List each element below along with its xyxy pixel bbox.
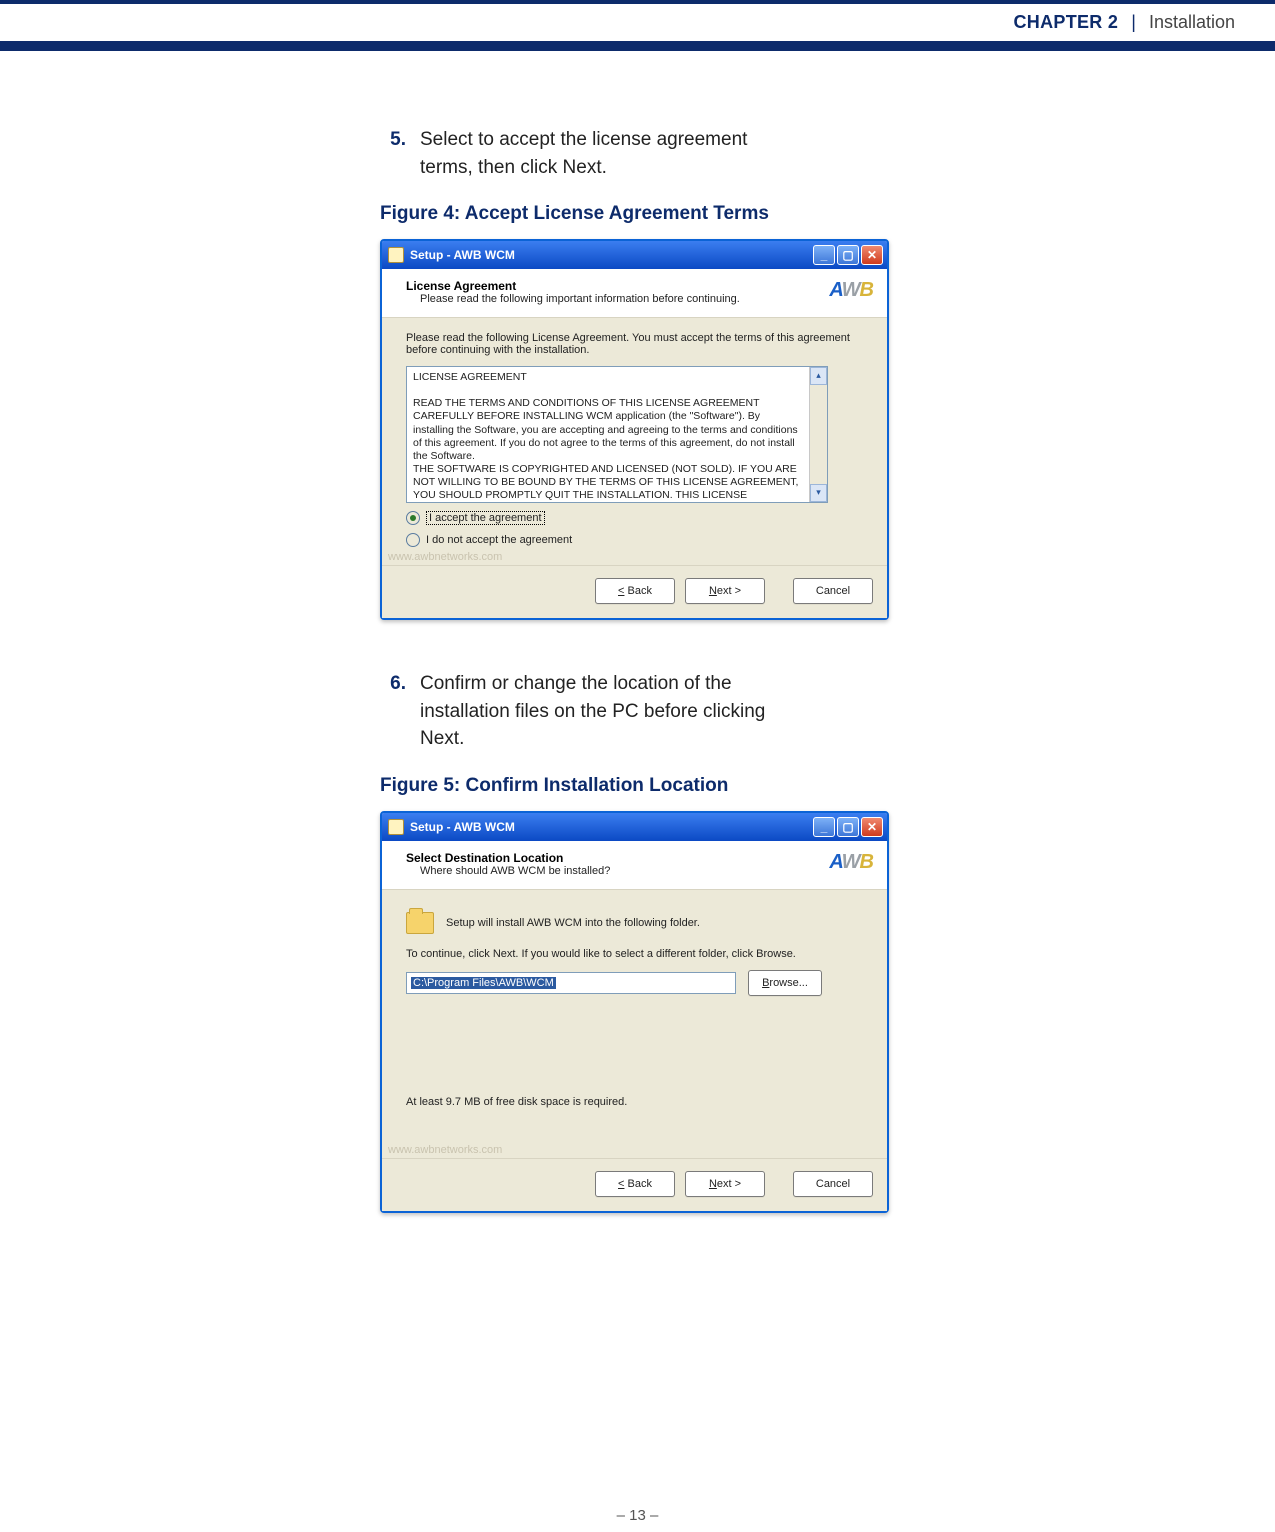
step-5-number: 5. — [380, 126, 406, 181]
window-title: Setup - AWB WCM — [410, 820, 515, 834]
radio-decline-row[interactable]: I do not accept the agreement — [406, 533, 863, 547]
location-dialog: Setup - AWB WCM _ ▢ ✕ Select Destination… — [380, 811, 889, 1213]
cancel-button[interactable]: Cancel — [793, 1171, 873, 1197]
close-button[interactable]: ✕ — [861, 245, 883, 265]
folder-icon — [406, 912, 434, 934]
radio-decline-label: I do not accept the agreement — [426, 534, 572, 546]
awb-logo: AWB — [829, 851, 873, 874]
watermark: www.awbnetworks.com — [388, 551, 502, 563]
awb-logo: AWB — [829, 279, 873, 302]
setup-icon — [388, 247, 404, 263]
step-5: 5. Select to accept the license agreemen… — [380, 126, 790, 181]
page-number: – 13 – — [0, 1507, 1275, 1524]
step-5-text: Select to accept the license agreement t… — [420, 126, 790, 181]
step-6-number: 6. — [380, 670, 406, 753]
cancel-button[interactable]: Cancel — [793, 578, 873, 604]
panel-title: Select Destination Location — [406, 851, 610, 865]
panel-header: License Agreement Please read the follow… — [382, 269, 887, 317]
scroll-up-icon[interactable]: ▴ — [810, 367, 827, 385]
license-body-text: READ THE TERMS AND CONDITIONS OF THIS LI… — [413, 397, 803, 502]
license-textbox[interactable]: LICENSE AGREEMENT READ THE TERMS AND CON… — [406, 366, 828, 503]
next-button[interactable]: Next > — [685, 1171, 765, 1197]
back-button[interactable]: < Back — [595, 1171, 675, 1197]
license-dialog: Setup - AWB WCM _ ▢ ✕ License Agreement … — [380, 239, 889, 620]
panel-subtitle: Please read the following important info… — [406, 293, 740, 305]
page-header: CHAPTER 2 | Installation — [0, 4, 1275, 41]
maximize-button[interactable]: ▢ — [837, 817, 859, 837]
scrollbar[interactable]: ▴ ▾ — [809, 367, 827, 502]
header-separator: | — [1123, 12, 1144, 32]
scroll-down-icon[interactable]: ▾ — [810, 484, 827, 502]
radio-accept-row[interactable]: I accept the agreement — [406, 511, 863, 525]
radio-accept-label: I accept the agreement — [426, 511, 545, 525]
step-6: 6. Confirm or change the location of the… — [380, 670, 790, 753]
header-title: Installation — [1149, 12, 1235, 32]
titlebar: Setup - AWB WCM _ ▢ ✕ — [382, 813, 887, 841]
folder-note: Setup will install AWB WCM into the foll… — [446, 917, 700, 929]
setup-icon — [388, 819, 404, 835]
browse-button[interactable]: Browse... — [748, 970, 822, 996]
maximize-button[interactable]: ▢ — [837, 245, 859, 265]
panel-title: License Agreement — [406, 279, 740, 293]
window-title: Setup - AWB WCM — [410, 248, 515, 262]
wizard-button-row: < Back Next > Cancel — [382, 566, 887, 618]
radio-accept[interactable] — [406, 511, 420, 525]
next-button[interactable]: Next > — [685, 578, 765, 604]
panel-header: Select Destination Location Where should… — [382, 841, 887, 889]
back-button[interactable]: < Back — [595, 578, 675, 604]
titlebar: Setup - AWB WCM _ ▢ ✕ — [382, 241, 887, 269]
figure-4-caption: Figure 4: Accept License Agreement Terms — [380, 203, 790, 225]
figure-5-caption: Figure 5: Confirm Installation Location — [380, 775, 790, 797]
license-heading: LICENSE AGREEMENT — [413, 371, 803, 384]
close-button[interactable]: ✕ — [861, 817, 883, 837]
continue-note: To continue, click Next. If you would li… — [406, 948, 863, 960]
minimize-button[interactable]: _ — [813, 817, 835, 837]
chapter-label: CHAPTER 2 — [1014, 12, 1119, 32]
install-path-value: C:\Program Files\AWB\WCM — [411, 977, 556, 989]
wizard-button-row: < Back Next > Cancel — [382, 1159, 887, 1211]
install-path-input[interactable]: C:\Program Files\AWB\WCM — [406, 972, 736, 994]
disk-space-note: At least 9.7 MB of free disk space is re… — [406, 1096, 863, 1108]
panel-subtitle: Where should AWB WCM be installed? — [406, 865, 610, 877]
watermark: www.awbnetworks.com — [388, 1144, 502, 1156]
radio-decline[interactable] — [406, 533, 420, 547]
step-6-text: Confirm or change the location of the in… — [420, 670, 790, 753]
license-intro: Please read the following License Agreem… — [406, 332, 863, 356]
minimize-button[interactable]: _ — [813, 245, 835, 265]
